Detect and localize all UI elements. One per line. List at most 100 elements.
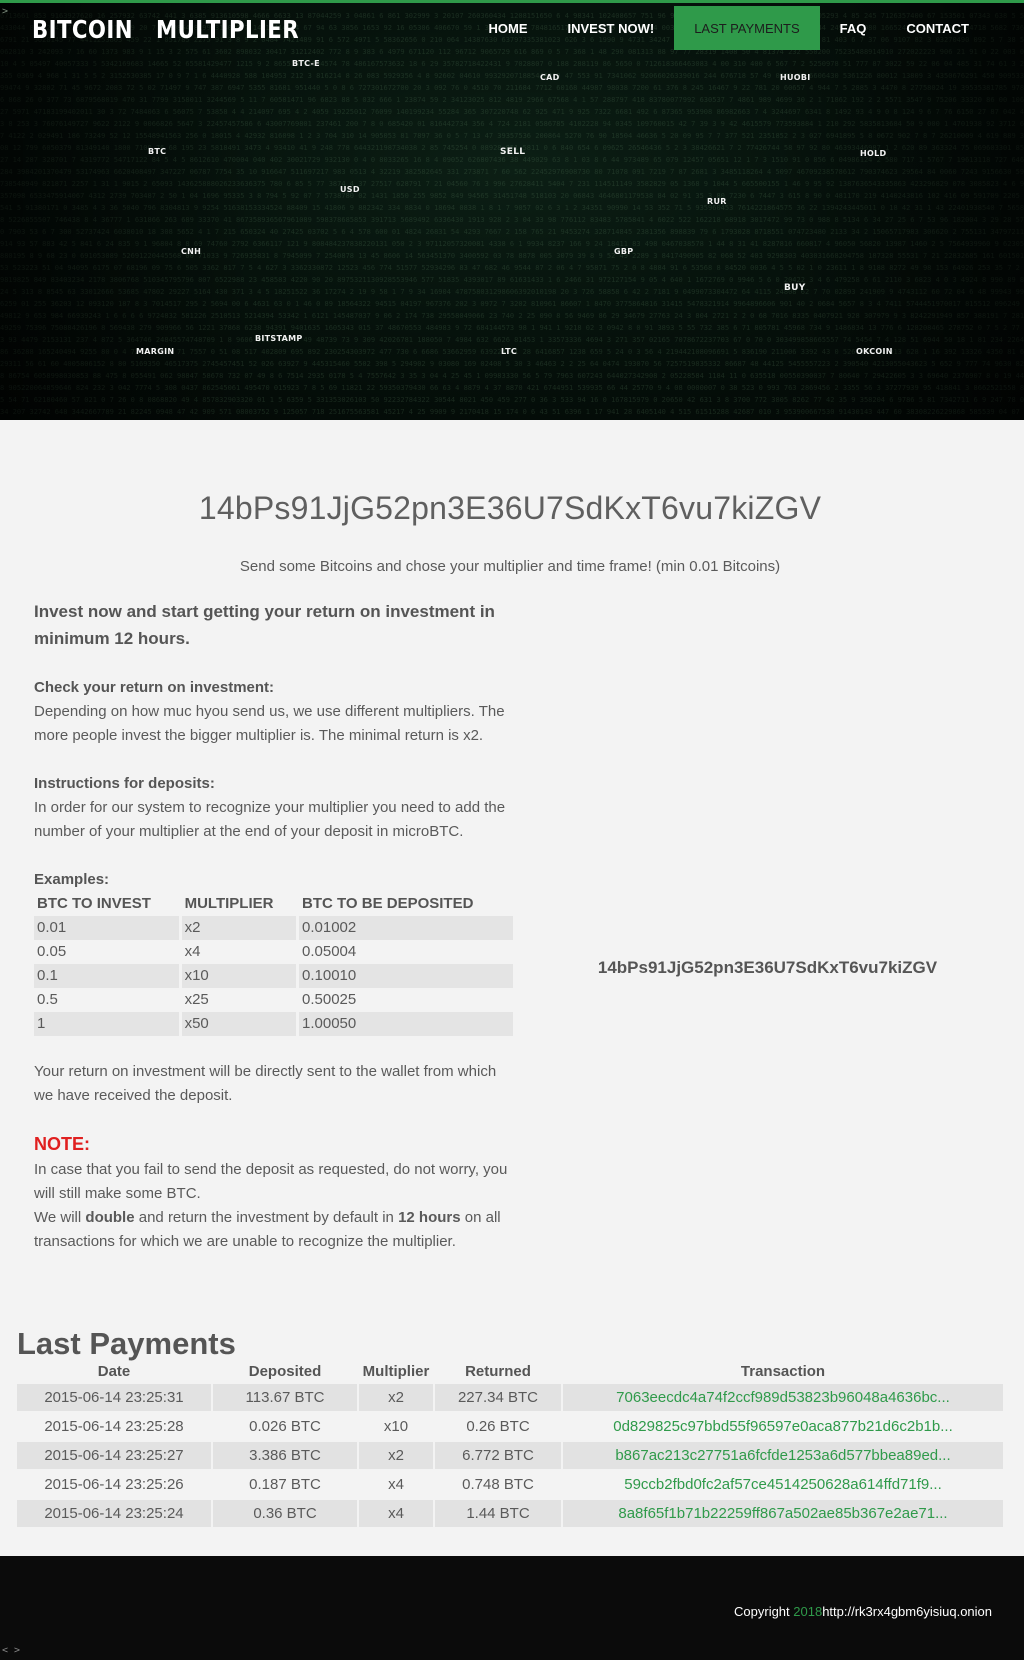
- table-cell: 1.00050: [299, 1012, 513, 1036]
- hero-tag-usd: USD: [340, 185, 360, 194]
- main-nav: HOME INVEST NOW! LAST PAYMENTS FAQ CONTA…: [469, 6, 989, 50]
- table-row: 0.05 x4 0.05004: [34, 940, 513, 964]
- table-cell: 1: [34, 1012, 179, 1036]
- payment-deposited: 113.67 BTC: [213, 1384, 357, 1411]
- payment-date: 2015-06-14 23:25:27: [17, 1442, 211, 1469]
- note-emphasis-double: double: [85, 1209, 135, 1226]
- payment-multiplier: x2: [359, 1442, 433, 1469]
- table-cell: x50: [181, 1012, 297, 1036]
- nav-home[interactable]: HOME: [469, 6, 548, 50]
- note-text-part: and return the investment by default in: [134, 1209, 399, 1226]
- instructions-heading: Instructions for deposits:: [34, 775, 215, 792]
- hero-vignette: [0, 3, 1024, 420]
- table-row: 2015-06-14 23:25:31 113.67 BTC x2 227.34…: [17, 1384, 1003, 1411]
- payment-multiplier: x2: [359, 1384, 433, 1411]
- transaction-link[interactable]: b867ac213c27751a6fcfde1253a6d577bbea89ed…: [563, 1442, 1003, 1469]
- hero-tag-okcoin: OKCOIN: [856, 347, 893, 356]
- site-logo[interactable]: BITCOIN MULTIPLIER: [32, 15, 299, 44]
- stray-text-bottom: < >: [2, 1645, 21, 1656]
- table-cell: x2: [181, 916, 297, 940]
- last-payments-section: Last Payments Date Deposited Multiplier …: [17, 1326, 1007, 1529]
- onion-address[interactable]: http://rk3rx4gbm6yisiuq.onion: [822, 1604, 992, 1619]
- column-header: Date: [97, 1362, 131, 1380]
- last-payments-title: Last Payments: [17, 1326, 236, 1361]
- table-cell: 0.05004: [302, 943, 357, 960]
- check-text: Depending on how muc hyou send us, we us…: [34, 703, 505, 744]
- table-row: 1 x50 1.00050: [34, 1012, 513, 1036]
- send-instructions: Send some Bitcoins and chose your multip…: [239, 558, 781, 575]
- payments-table: Date Deposited Multiplier Returned Trans…: [15, 1358, 1005, 1529]
- payment-multiplier: x4: [359, 1500, 433, 1527]
- hero-tag-margin: MARGIN: [136, 347, 175, 356]
- table-row: 0.5 x25 0.50025: [34, 988, 513, 1012]
- stray-text: >: [2, 6, 9, 17]
- hero-tag-huobi: HUOBI: [780, 73, 811, 82]
- table-cell: 0.1: [34, 964, 179, 988]
- return-text: Your return on investment will be direct…: [34, 1063, 497, 1104]
- table-cell: x10: [181, 964, 297, 988]
- hero-tag-sell: SELL: [500, 147, 526, 157]
- note-default-text: We will double and return the investment…: [34, 1206, 514, 1254]
- payment-date: 2015-06-14 23:25:31: [17, 1384, 211, 1411]
- payment-date: 2015-06-14 23:25:24: [17, 1500, 211, 1527]
- payment-returned: 227.34 BTC: [435, 1384, 561, 1411]
- nav-invest-now[interactable]: INVEST NOW!: [548, 6, 675, 50]
- payment-deposited: 0.187 BTC: [249, 1476, 321, 1493]
- table-row: 2015-06-14 23:25:26 0.187 BTC x4 0.748 B…: [17, 1471, 1003, 1498]
- table-row: 2015-06-14 23:25:27 3.386 BTC x2 6.772 B…: [17, 1442, 1003, 1469]
- hero-tag-cad: CAD: [540, 73, 560, 82]
- payment-date: 2015-06-14 23:25:26: [44, 1476, 184, 1493]
- transaction-link[interactable]: 7063eecdc4a74f2ccf989d53823b96048a4636bc…: [563, 1384, 1003, 1411]
- payment-returned: 6.772 BTC: [435, 1442, 561, 1469]
- payment-date: 2015-06-14 23:25:28: [44, 1418, 184, 1435]
- payment-multiplier: x4: [388, 1476, 404, 1493]
- wallet-address-side[interactable]: 14bPs91JjG52pn3E36U7SdKxT6vu7kiZGV: [530, 958, 1005, 978]
- payment-deposited: 0.36 BTC: [213, 1500, 357, 1527]
- hero-tag-rur: RUR: [707, 197, 727, 206]
- table-row: 2015-06-14 23:25:24 0.36 BTC x4 1.44 BTC…: [17, 1500, 1003, 1527]
- table-row: 0.1 x10 0.10010: [34, 964, 513, 988]
- hero-tag-btce: BTC-E: [292, 59, 320, 68]
- note-heading: NOTE:: [34, 1134, 90, 1154]
- table-cell: 0.50025: [302, 991, 357, 1008]
- note-text-part: We will: [34, 1209, 86, 1226]
- hero-banner: 6713661 853 9163927620 16 257932 63742 4…: [0, 0, 1024, 420]
- table-cell: 0.5: [37, 991, 58, 1008]
- column-header: MULTIPLIER: [184, 895, 274, 912]
- hero-tag-gbp: GBP: [614, 247, 634, 256]
- copyright-prefix: Copyright: [734, 1604, 794, 1619]
- examples-header-row: BTC TO INVEST MULTIPLIER BTC TO BE DEPOS…: [34, 892, 513, 916]
- table-cell: 0.01: [34, 916, 179, 940]
- nav-last-payments[interactable]: LAST PAYMENTS: [674, 6, 820, 50]
- column-header: Deposited: [248, 1362, 322, 1380]
- column-header: Transaction: [740, 1362, 826, 1380]
- hero-tag-hold: HOLD: [860, 149, 887, 158]
- nav-faq[interactable]: FAQ: [820, 6, 887, 50]
- instructions-text: In order for our system to recognize you…: [34, 799, 506, 840]
- hero-tag-ltc: LTC: [501, 347, 518, 356]
- hero-tag-btc: BTC: [148, 147, 167, 156]
- footer: Copyright 2018http://rk3rx4gbm6yisiuq.on…: [0, 1556, 1024, 1660]
- hero-tag-bitstamp: BITSTAMP: [255, 334, 303, 343]
- table-cell: 0.10010: [299, 964, 513, 988]
- payment-deposited: 3.386 BTC: [213, 1442, 357, 1469]
- copyright: Copyright 2018http://rk3rx4gbm6yisiuq.on…: [734, 1604, 992, 1619]
- column-header: Multiplier: [362, 1362, 430, 1380]
- payment-returned: 0.748 BTC: [462, 1476, 534, 1493]
- payment-deposited: 0.026 BTC: [249, 1418, 321, 1435]
- hero-tag-cnh: CNH: [181, 247, 202, 256]
- transaction-link[interactable]: 0d829825c97bbd55f96597e0aca877b21d6c2b1b…: [563, 1413, 1003, 1440]
- check-heading: Check your return on investment:: [34, 679, 275, 696]
- table-cell: 0.01002: [299, 916, 513, 940]
- info-column: Invest now and start getting your return…: [34, 598, 514, 1254]
- copyright-year: 2018: [793, 1604, 823, 1619]
- payments-header-row: Date Deposited Multiplier Returned Trans…: [17, 1360, 1003, 1382]
- examples-heading: Examples:: [34, 871, 110, 888]
- transaction-link[interactable]: 8a8f65f1b71b22259ff867a502ae85b367e2ae71…: [563, 1500, 1003, 1527]
- transaction-link[interactable]: 59ccb2fbd0fc2af57ce4514250628a614ffd71f9…: [563, 1471, 1003, 1498]
- column-header: BTC TO INVEST: [37, 895, 151, 912]
- table-row: 0.01 x2 0.01002: [34, 916, 513, 940]
- wallet-address-heading[interactable]: 14bPs91JjG52pn3E36U7SdKxT6vu7kiZGV: [0, 490, 1020, 527]
- lead-text: Invest now and start getting your return…: [34, 602, 495, 648]
- nav-contact[interactable]: CONTACT: [886, 6, 989, 50]
